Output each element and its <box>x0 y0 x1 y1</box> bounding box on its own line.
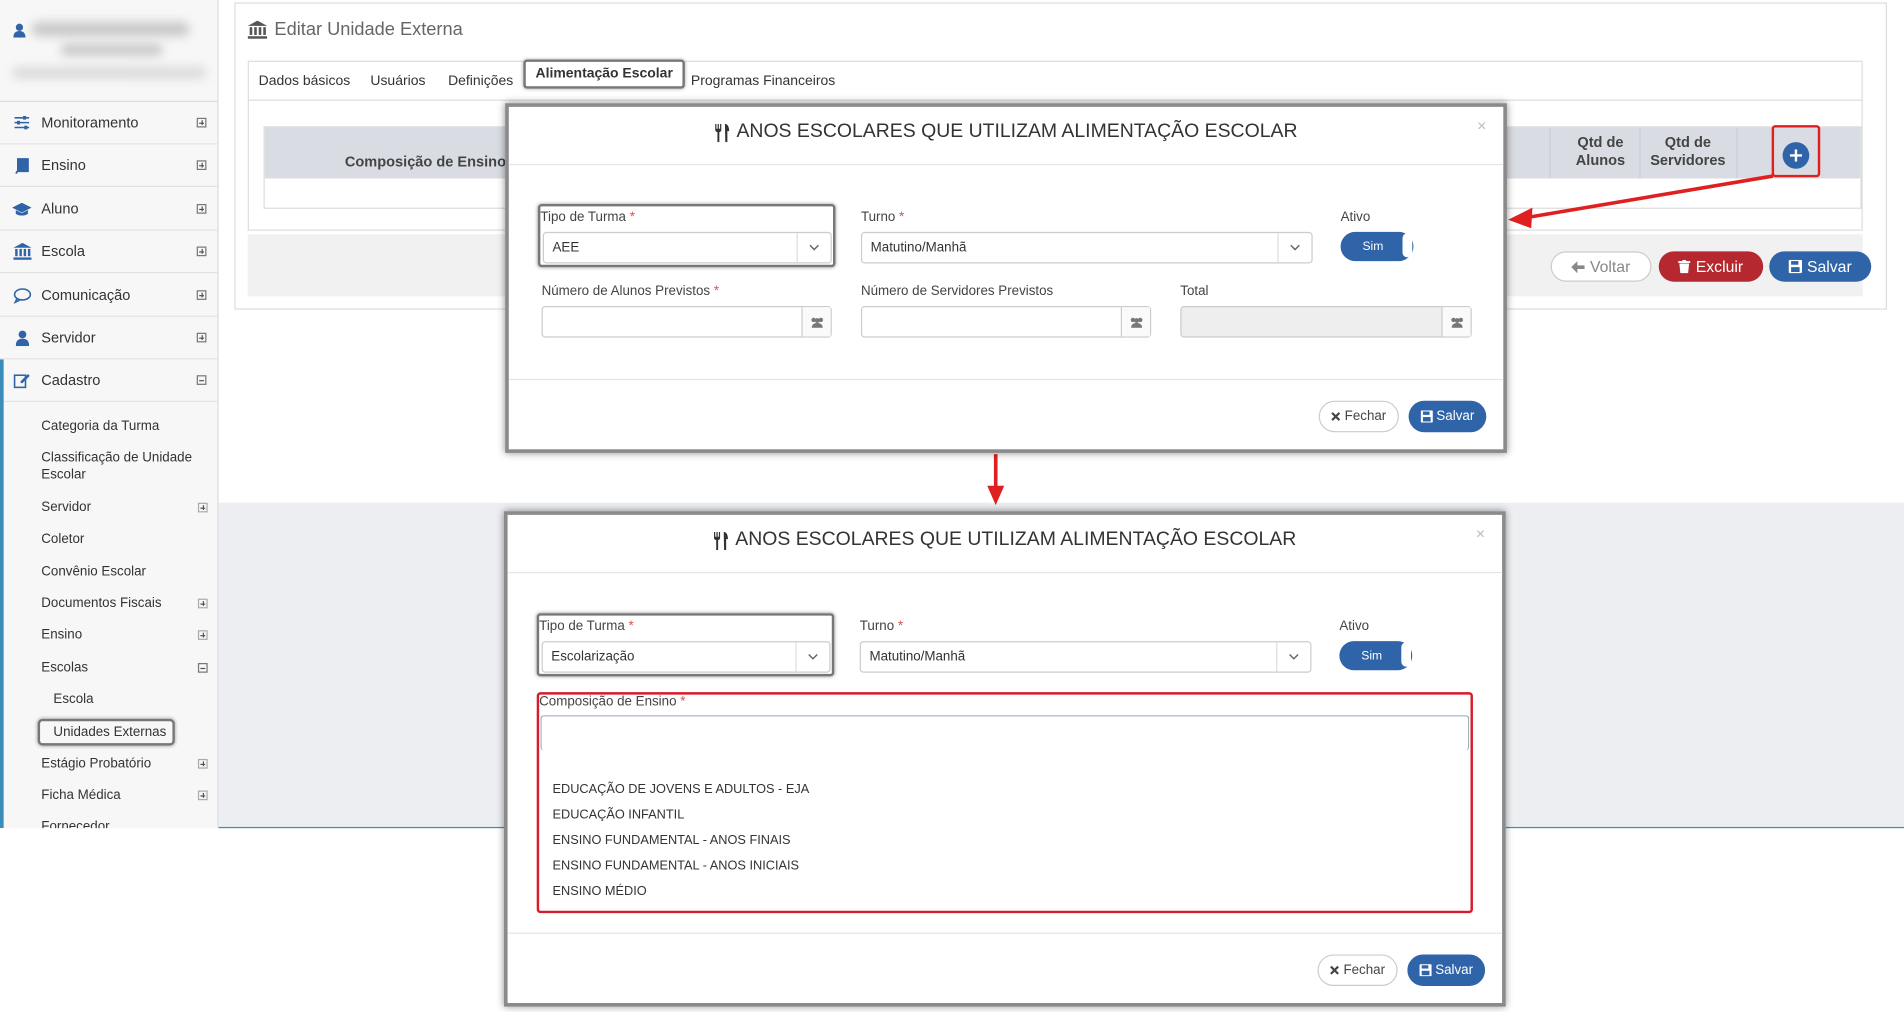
ativo-toggle[interactable]: Sim <box>1340 231 1414 262</box>
save-icon <box>1420 410 1437 423</box>
users-icon <box>801 307 831 337</box>
composicao-options-list: EDUCAÇÃO DE JOVENS E ADULTOS - EJA EDUCA… <box>540 750 1469 910</box>
tipo-turma-label: Tipo de Turma * <box>539 619 634 634</box>
modal-title: ANOS ESCOLARES QUE UTILIZAM ALIMENTAÇÃO … <box>508 529 1503 551</box>
tipo-turma-select[interactable]: AEE <box>542 231 832 264</box>
composicao-label: Composição de Ensino * <box>539 694 686 710</box>
ativo-toggle[interactable]: Sim <box>1339 641 1413 671</box>
modal-salvar-button[interactable]: Salvar <box>1408 400 1487 433</box>
modal-salvar-button[interactable]: Salvar <box>1407 954 1486 987</box>
turno-label: Turno * <box>859 619 904 634</box>
modal-title-text: ANOS ESCOLARES QUE UTILIZAM ALIMENTAÇÃO … <box>736 121 1298 143</box>
servidores-previstos-input[interactable] <box>860 306 1152 338</box>
salvar-label: Salvar <box>1435 962 1474 978</box>
cutlery-icon <box>713 531 735 550</box>
close-icon[interactable]: × <box>1476 525 1485 543</box>
modal-divider <box>507 571 1503 574</box>
option-fundamental-iniciais[interactable]: ENSINO FUNDAMENTAL - ANOS INICIAIS <box>553 859 800 874</box>
tipo-turma-value: AEE <box>552 240 580 256</box>
tipo-turma-select[interactable]: Escolarização <box>541 641 831 673</box>
total-label: Total <box>1180 284 1209 299</box>
ativo-label: Ativo <box>1339 619 1370 634</box>
modal-divider <box>507 932 1503 934</box>
modal-divider <box>508 378 1504 381</box>
chevron-down-icon <box>1276 642 1310 672</box>
screenshot-scene: Monitoramento Ensino Aluno Escola Comuni… <box>0 0 1904 1012</box>
close-icon <box>1331 412 1344 422</box>
option-educacao-infantil[interactable]: EDUCAÇÃO INFANTIL <box>553 808 685 823</box>
chevron-down-icon <box>796 233 831 263</box>
toggle-knob <box>1401 642 1412 667</box>
users-icon <box>1120 307 1150 337</box>
fechar-label: Fechar <box>1343 962 1386 978</box>
fechar-button[interactable]: Fechar <box>1317 954 1398 987</box>
option-fundamental-finais[interactable]: ENSINO FUNDAMENTAL - ANOS FINAIS <box>553 833 791 848</box>
save-icon <box>1419 964 1435 977</box>
users-icon <box>1441 307 1471 337</box>
option-ensino-medio[interactable]: ENSINO MÉDIO <box>553 884 647 899</box>
tipo-turma-label: Tipo de Turma * <box>540 210 635 225</box>
turno-label: Turno * <box>860 210 905 225</box>
modal-alimentacao-escolarizacao: ANOS ESCOLARES QUE UTILIZAM ALIMENTAÇÃO … <box>503 511 1506 1007</box>
close-icon[interactable]: × <box>1477 117 1486 135</box>
servidores-previstos-label: Número de Servidores Previstos <box>860 284 1054 299</box>
salvar-label: Salvar <box>1436 409 1475 424</box>
turno-select[interactable]: Matutino/Manhã <box>860 231 1313 264</box>
composicao-select[interactable] <box>540 715 1470 751</box>
ativo-label: Ativo <box>1340 210 1371 225</box>
ativo-value: Sim <box>1362 239 1384 254</box>
turno-value: Matutino/Manhã <box>870 240 967 256</box>
ativo-value: Sim <box>1361 649 1383 663</box>
modal-divider <box>508 163 1504 166</box>
cutlery-icon <box>715 123 737 142</box>
alunos-previstos-input[interactable] <box>541 306 832 338</box>
fechar-label: Fechar <box>1344 409 1387 424</box>
modal-alimentacao-aee: ANOS ESCOLARES QUE UTILIZAM ALIMENTAÇÃO … <box>505 103 1507 453</box>
turno-select[interactable]: Matutino/Manhã <box>859 641 1312 673</box>
fechar-button[interactable]: Fechar <box>1318 400 1399 433</box>
chevron-down-icon <box>795 642 829 672</box>
chevron-down-icon <box>1277 233 1311 263</box>
close-icon <box>1330 965 1343 975</box>
total-input <box>1180 306 1472 338</box>
modal-title-text: ANOS ESCOLARES QUE UTILIZAM ALIMENTAÇÃO … <box>735 529 1297 551</box>
option-eja[interactable]: EDUCAÇÃO DE JOVENS E ADULTOS - EJA <box>553 782 810 797</box>
tipo-turma-value: Escolarização <box>551 649 635 665</box>
modal-title: ANOS ESCOLARES QUE UTILIZAM ALIMENTAÇÃO … <box>509 121 1504 143</box>
alunos-previstos-label: Número de Alunos Previstos * <box>541 284 720 299</box>
turno-value: Matutino/Manhã <box>869 649 966 665</box>
toggle-knob <box>1402 233 1413 258</box>
